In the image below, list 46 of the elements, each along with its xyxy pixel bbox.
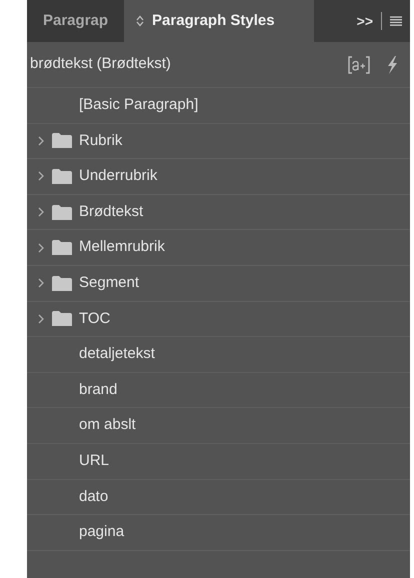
- folder-icon: [52, 204, 72, 220]
- chevron-right-icon[interactable]: [37, 207, 45, 218]
- lightning-icon[interactable]: [386, 56, 398, 74]
- panel-tab[interactable]: Paragraph Styles: [124, 0, 314, 42]
- style-name: Brødtekst: [79, 202, 144, 222]
- style-name: Mellemrubrik: [79, 237, 165, 258]
- style-group-row[interactable]: Mellemrubrik: [27, 230, 410, 266]
- menu-icon[interactable]: [390, 16, 402, 26]
- style-group-row[interactable]: Rubrik: [27, 124, 410, 160]
- style-name: om abslt: [79, 415, 136, 436]
- style-name: [Basic Paragraph]: [79, 95, 198, 116]
- folder-icon: [52, 311, 72, 326]
- style-name: dato: [79, 486, 108, 507]
- folder-icon: [52, 168, 72, 184]
- style-name: URL: [79, 450, 110, 471]
- style-row[interactable]: [Basic Paragraph]: [27, 88, 410, 124]
- style-row[interactable]: dato: [27, 480, 410, 516]
- style-name: Segment: [79, 273, 140, 294]
- folder-icon: [52, 133, 72, 148]
- panel-tab[interactable]: Paragrap: [27, 0, 124, 42]
- style-name: Underrubrik: [79, 166, 158, 186]
- chevron-right-icon[interactable]: [37, 242, 45, 253]
- style-group-row[interactable]: Underrubrik: [27, 159, 410, 195]
- style-row[interactable]: pagina: [27, 515, 410, 551]
- create-style-icon[interactable]: [348, 56, 370, 74]
- chevron-right-icon[interactable]: [37, 136, 45, 146]
- chevron-right-icon[interactable]: [37, 314, 45, 324]
- style-group-row[interactable]: Brødtekst: [27, 194, 410, 230]
- style-group-row[interactable]: TOC: [27, 302, 410, 338]
- more-tabs-button[interactable]: >>: [352, 0, 377, 42]
- chevron-right-icon[interactable]: [37, 278, 45, 288]
- style-name: TOC: [79, 308, 110, 329]
- current-style-label: brødtekst (Brødtekst): [30, 54, 172, 74]
- style-row[interactable]: brand: [27, 372, 410, 408]
- style-row[interactable]: om abslt: [27, 408, 410, 444]
- folder-icon: [52, 240, 72, 256]
- folder-icon: [52, 276, 72, 291]
- style-name: brand: [79, 380, 118, 400]
- style-name: Rubrik: [79, 130, 122, 151]
- style-name: pagina: [79, 522, 124, 542]
- chevron-right-icon[interactable]: [37, 171, 45, 182]
- sort-arrows-icon: [136, 15, 144, 27]
- style-name: detaljetekst: [79, 344, 155, 364]
- style-group-row[interactable]: Segment: [27, 266, 410, 302]
- style-row[interactable]: detaljetekst: [27, 337, 410, 373]
- style-row[interactable]: URL: [27, 444, 410, 480]
